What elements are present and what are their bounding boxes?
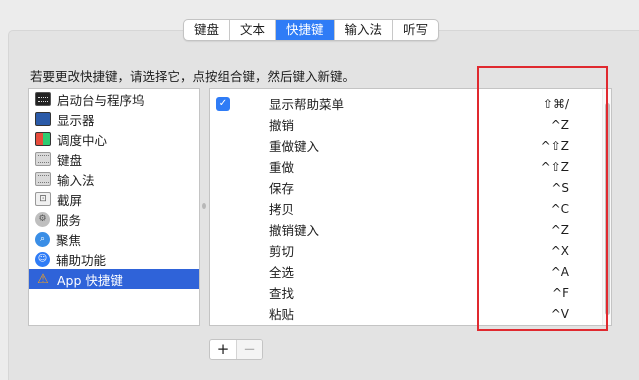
category-label: 辅助功能	[56, 252, 107, 268]
category-label: 截屏	[57, 192, 83, 208]
mission-control-icon	[35, 132, 51, 146]
remove-shortcut-button[interactable]: −	[236, 340, 262, 359]
display-icon	[35, 112, 51, 126]
category-launchpad[interactable]: 启动台与程序坞	[29, 89, 199, 109]
shortcut-action: 全选	[269, 265, 295, 280]
shortcut-action: 拷贝	[269, 202, 295, 217]
checkmark-icon[interactable]: ✓	[216, 96, 230, 111]
launchpad-icon	[35, 92, 51, 106]
category-app-shortcuts[interactable]: ⚠ App 快捷键	[29, 269, 199, 289]
shortcut-action: 保存	[269, 181, 295, 196]
shortcut-action: 粘贴	[269, 307, 295, 322]
tab-text[interactable]: 文本	[230, 20, 277, 40]
add-remove-buttons: + −	[209, 339, 263, 360]
shortcut-action: 撤销	[269, 118, 295, 133]
category-label: 服务	[56, 212, 82, 228]
shortcut-action: 撤销键入	[269, 223, 320, 238]
screenshot-icon: ⊡	[35, 192, 51, 206]
category-label: 键盘	[57, 152, 83, 168]
category-spotlight[interactable]: ⌕ 聚焦	[29, 229, 199, 249]
add-shortcut-button[interactable]: +	[210, 340, 236, 359]
category-label: 启动台与程序坞	[57, 92, 145, 108]
category-label: 调度中心	[57, 132, 108, 148]
category-keyboard[interactable]: 键盘	[29, 149, 199, 169]
category-label: 显示器	[57, 112, 95, 128]
tab-keyboard[interactable]: 键盘	[184, 20, 231, 40]
shortcut-action: 剪切	[269, 244, 295, 259]
category-screenshots[interactable]: ⊡ 截屏	[29, 189, 199, 209]
tab-input-sources[interactable]: 输入法	[335, 20, 394, 40]
category-display[interactable]: 显示器	[29, 109, 199, 129]
shortcut-action: 显示帮助菜单	[269, 97, 345, 112]
category-mission-control[interactable]: 调度中心	[29, 129, 199, 149]
tab-dictation[interactable]: 听写	[393, 20, 438, 40]
annotation-highlight-box	[477, 66, 608, 331]
services-gear-icon: ⚙	[35, 211, 50, 227]
keyboard-icon	[35, 152, 51, 166]
tab-shortcuts[interactable]: 快捷键	[276, 20, 335, 40]
tab-bar: 键盘 文本 快捷键 输入法 听写	[183, 19, 440, 41]
category-label: 输入法	[57, 172, 95, 188]
accessibility-icon: ☺	[35, 251, 50, 267]
category-accessibility[interactable]: ☺ 辅助功能	[29, 249, 199, 269]
category-list: 启动台与程序坞 显示器 调度中心 键盘 输入法 ⊡ 截屏 ⚙ 服务 ⌕ 聚焦 ☺ 辅助功…	[28, 88, 200, 326]
instruction-text: 若要更改快捷键，请选择它，点按组合键，然后键入新键。	[30, 69, 356, 84]
category-services[interactable]: ⚙ 服务	[29, 209, 199, 229]
category-label: 聚焦	[56, 232, 82, 248]
app-shortcuts-icon: ⚠	[37, 271, 49, 287]
split-view-handle[interactable]	[202, 203, 206, 209]
shortcut-action: 重做键入	[269, 139, 320, 154]
category-label: App 快捷键	[57, 272, 123, 288]
input-source-icon	[35, 172, 51, 186]
category-input-sources[interactable]: 输入法	[29, 169, 199, 189]
spotlight-icon: ⌕	[35, 231, 50, 247]
shortcut-action: 重做	[269, 160, 295, 175]
shortcut-action: 查找	[269, 286, 295, 301]
